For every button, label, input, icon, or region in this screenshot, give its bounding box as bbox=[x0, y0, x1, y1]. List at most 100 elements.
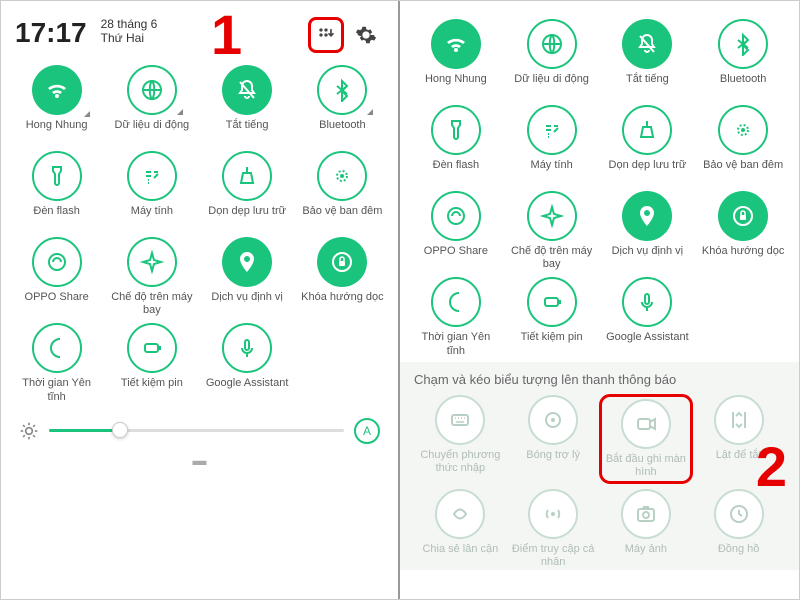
tile-hotspot[interactable]: Điểm truy cập cá nhân bbox=[507, 489, 600, 569]
edit-tiles-button[interactable] bbox=[308, 17, 344, 53]
flashlight-icon bbox=[431, 105, 481, 155]
tile-moon[interactable]: Thời gian Yên tĩnh bbox=[9, 323, 104, 403]
tile-globe[interactable]: Dữ liệu di động bbox=[104, 65, 199, 145]
callout-1: 1 bbox=[211, 7, 242, 63]
mic-icon bbox=[222, 323, 272, 373]
tile-label: Dọn dẹp lưu trữ bbox=[609, 159, 687, 185]
tile-bluetooth[interactable]: Bluetooth bbox=[695, 19, 791, 99]
tile-location[interactable]: Dịch vụ định vị bbox=[200, 237, 295, 317]
tile-bell-off[interactable]: Tắt tiếng bbox=[600, 19, 696, 99]
tile-label: OPPO Share bbox=[424, 245, 488, 271]
lock-rotation-icon bbox=[718, 191, 768, 241]
section-title: Chạm và kéo biểu tượng lên thanh thông b… bbox=[414, 372, 785, 387]
tile-flashlight[interactable]: Đèn flash bbox=[9, 151, 104, 231]
tile-keyboard[interactable]: Chuyển phương thức nhập bbox=[414, 395, 507, 483]
callout-2: 2 bbox=[756, 439, 787, 495]
tile-label: Dịch vụ định vị bbox=[211, 291, 283, 317]
brightness-row: A bbox=[1, 408, 398, 448]
tile-cleanup[interactable]: Dọn dẹp lưu trữ bbox=[200, 151, 295, 231]
quick-tiles-grid: Hong Nhung Dữ liệu di động Tắt tiếng Blu… bbox=[1, 61, 398, 408]
tile-label: Tắt tiếng bbox=[226, 119, 269, 145]
tile-label: Khóa hướng dọc bbox=[702, 245, 784, 271]
tile-label: Điểm truy cập cá nhân bbox=[510, 543, 596, 569]
tile-moon[interactable]: Thời gian Yên tĩnh bbox=[408, 277, 504, 357]
tile-wifi[interactable]: Hong Nhung bbox=[408, 19, 504, 99]
tile-label: Chế độ trên máy bay bbox=[509, 245, 595, 271]
tile-clock[interactable]: Đồng hồ bbox=[692, 489, 785, 569]
bluetooth-icon bbox=[317, 65, 367, 115]
tile-night[interactable]: Bảo vệ ban đêm bbox=[695, 105, 791, 185]
night-icon bbox=[317, 151, 367, 201]
tile-flashlight[interactable]: Đèn flash bbox=[408, 105, 504, 185]
tile-record[interactable]: Bắt đầu ghi màn hình bbox=[600, 395, 693, 483]
airplane-icon bbox=[127, 237, 177, 287]
tile-label: Chia sẻ lân cận bbox=[422, 543, 498, 569]
tile-battery[interactable]: Tiết kiệm pin bbox=[104, 323, 199, 403]
tile-bell-off[interactable]: Tắt tiếng bbox=[200, 65, 295, 145]
camera-icon bbox=[621, 489, 671, 539]
tile-lock-rotation[interactable]: Khóa hướng dọc bbox=[295, 237, 390, 317]
tile-airplane[interactable]: Chế độ trên máy bay bbox=[104, 237, 199, 317]
inactive-tiles-section: Chạm và kéo biểu tượng lên thanh thông b… bbox=[400, 362, 799, 570]
tile-bluetooth[interactable]: Bluetooth bbox=[295, 65, 390, 145]
hotspot-icon bbox=[528, 489, 578, 539]
tile-label: Chế độ trên máy bay bbox=[109, 291, 195, 317]
tile-camera[interactable]: Máy ảnh bbox=[600, 489, 693, 569]
calculator-icon bbox=[527, 105, 577, 155]
share-icon bbox=[431, 191, 481, 241]
battery-icon bbox=[527, 277, 577, 327]
battery-icon bbox=[127, 323, 177, 373]
auto-brightness-toggle[interactable]: A bbox=[354, 418, 380, 444]
tile-night[interactable]: Bảo vệ ban đêm bbox=[295, 151, 390, 231]
tile-label: Bảo vệ ban đêm bbox=[302, 205, 382, 231]
drag-handle[interactable]: ▬ bbox=[1, 448, 398, 472]
inactive-tiles-grid: Chuyển phương thức nhập Bóng trợ lý Bắt … bbox=[414, 395, 785, 570]
lock-rotation-icon bbox=[317, 237, 367, 287]
tile-label: Google Assistant bbox=[206, 377, 289, 403]
tile-calculator[interactable]: Máy tính bbox=[104, 151, 199, 231]
globe-icon bbox=[527, 19, 577, 69]
tile-mic[interactable]: Google Assistant bbox=[200, 323, 295, 403]
quick-settings-panel-step1: 17:17 28 tháng 6 Thứ Hai 1 Hong Nhung Dữ… bbox=[1, 1, 400, 599]
tile-wifi[interactable]: Hong Nhung bbox=[9, 65, 104, 145]
clock-date: 28 tháng 6 Thứ Hai bbox=[101, 17, 158, 46]
nearby-icon bbox=[435, 489, 485, 539]
tile-label: Bóng trợ lý bbox=[526, 449, 580, 475]
tile-label: Hong Nhung bbox=[425, 73, 487, 99]
tile-label: Thời gian Yên tĩnh bbox=[14, 377, 100, 403]
tile-location[interactable]: Dịch vụ định vị bbox=[600, 191, 696, 271]
tile-label: Chuyển phương thức nhập bbox=[417, 449, 503, 475]
tile-label: Máy tính bbox=[131, 205, 173, 231]
bell-off-icon bbox=[222, 65, 272, 115]
tile-share[interactable]: OPPO Share bbox=[408, 191, 504, 271]
clock-time: 17:17 bbox=[15, 17, 87, 49]
tile-label: Tiết kiệm pin bbox=[121, 377, 183, 403]
tile-label: Bảo vệ ban đêm bbox=[703, 159, 783, 185]
tile-label: Bắt đầu ghi màn hình bbox=[603, 453, 689, 479]
tile-label: OPPO Share bbox=[25, 291, 89, 317]
tile-share[interactable]: OPPO Share bbox=[9, 237, 104, 317]
settings-button[interactable] bbox=[348, 17, 384, 53]
mic-icon bbox=[622, 277, 672, 327]
tile-label: Tiết kiệm pin bbox=[521, 331, 583, 357]
tile-cleanup[interactable]: Dọn dẹp lưu trữ bbox=[600, 105, 696, 185]
tile-label: Dịch vụ định vị bbox=[612, 245, 684, 271]
tile-label: Dữ liệu di động bbox=[115, 119, 190, 145]
tile-label: Đèn flash bbox=[33, 205, 79, 231]
tile-label: Lật để tắt bbox=[716, 449, 762, 475]
tile-airplane[interactable]: Chế độ trên máy bay bbox=[504, 191, 600, 271]
tile-nearby[interactable]: Chia sẻ lân cận bbox=[414, 489, 507, 569]
tile-battery[interactable]: Tiết kiệm pin bbox=[504, 277, 600, 357]
brightness-icon bbox=[19, 421, 39, 441]
tile-globe[interactable]: Dữ liệu di động bbox=[504, 19, 600, 99]
tile-calculator[interactable]: Máy tính bbox=[504, 105, 600, 185]
wifi-icon bbox=[32, 65, 82, 115]
tile-label: Khóa hướng dọc bbox=[301, 291, 383, 317]
brightness-slider[interactable] bbox=[49, 429, 344, 432]
night-icon bbox=[718, 105, 768, 155]
record-icon bbox=[621, 399, 671, 449]
tile-mic[interactable]: Google Assistant bbox=[600, 277, 696, 357]
moon-icon bbox=[32, 323, 82, 373]
tile-lock-rotation[interactable]: Khóa hướng dọc bbox=[695, 191, 791, 271]
tile-ball[interactable]: Bóng trợ lý bbox=[507, 395, 600, 483]
